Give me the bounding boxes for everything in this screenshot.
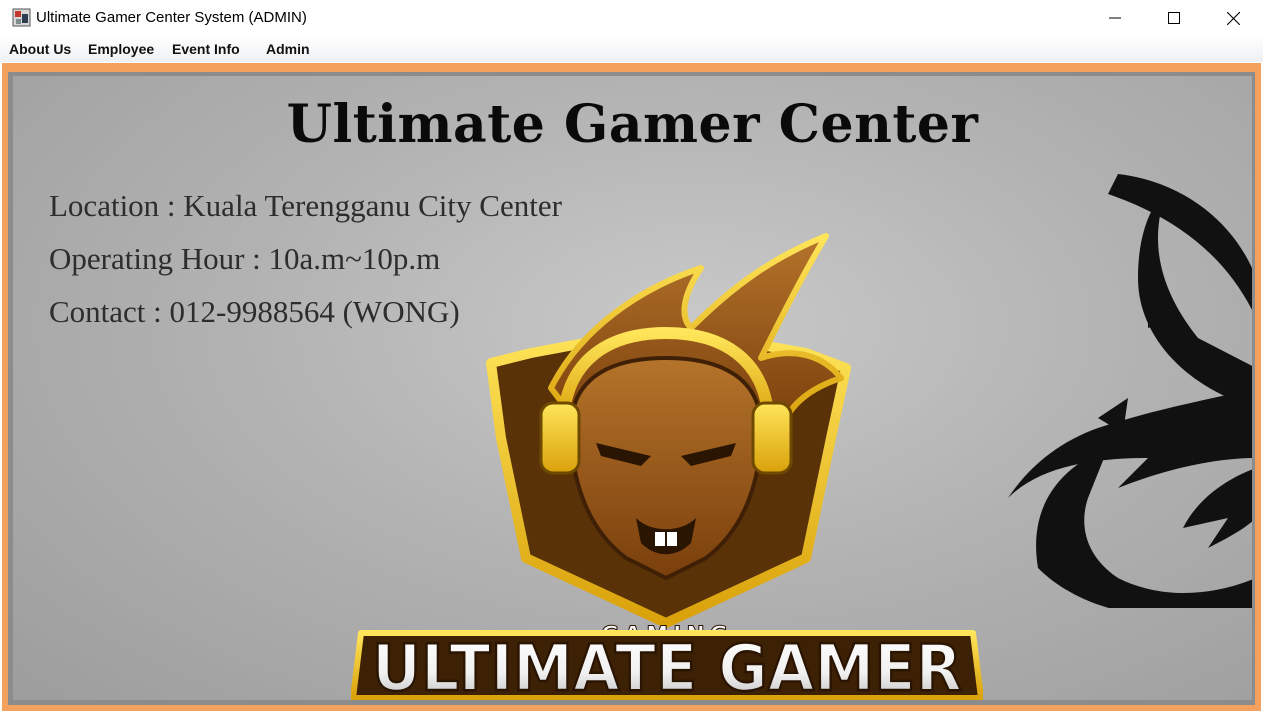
close-icon bbox=[1226, 11, 1240, 25]
app-icon bbox=[12, 8, 31, 27]
menu-event-info[interactable]: Event Info bbox=[172, 41, 240, 57]
logo-ultimate-gamer-text: ULTIMATE GAMER bbox=[372, 632, 962, 700]
maximize-button[interactable] bbox=[1145, 0, 1203, 36]
about-panel: Ultimate Gamer Center Location : Kuala T… bbox=[13, 76, 1252, 700]
minimize-icon bbox=[1109, 17, 1121, 19]
maximize-icon bbox=[1168, 12, 1180, 24]
menu-employee[interactable]: Employee bbox=[88, 41, 154, 57]
menu-about-us[interactable]: About Us bbox=[9, 41, 71, 57]
menu-admin[interactable]: Admin bbox=[266, 41, 310, 57]
minimize-button[interactable] bbox=[1086, 0, 1144, 36]
page-title: Ultimate Gamer Center bbox=[286, 94, 979, 155]
close-button[interactable] bbox=[1204, 0, 1262, 36]
ultimate-gamer-logo: GAMING ULTIMATE GAMER bbox=[351, 233, 983, 700]
tribal-emblem-icon bbox=[1008, 174, 1252, 608]
location-text: Location : Kuala Terengganu City Center bbox=[49, 188, 562, 223]
window-title: Ultimate Gamer Center System (ADMIN) bbox=[36, 9, 307, 26]
title-bar: Ultimate Gamer Center System (ADMIN) bbox=[0, 0, 1263, 36]
menu-bar: About Us Employee Event Info Admin bbox=[0, 36, 1263, 62]
content-frame: Ultimate Gamer Center Location : Kuala T… bbox=[2, 63, 1261, 711]
